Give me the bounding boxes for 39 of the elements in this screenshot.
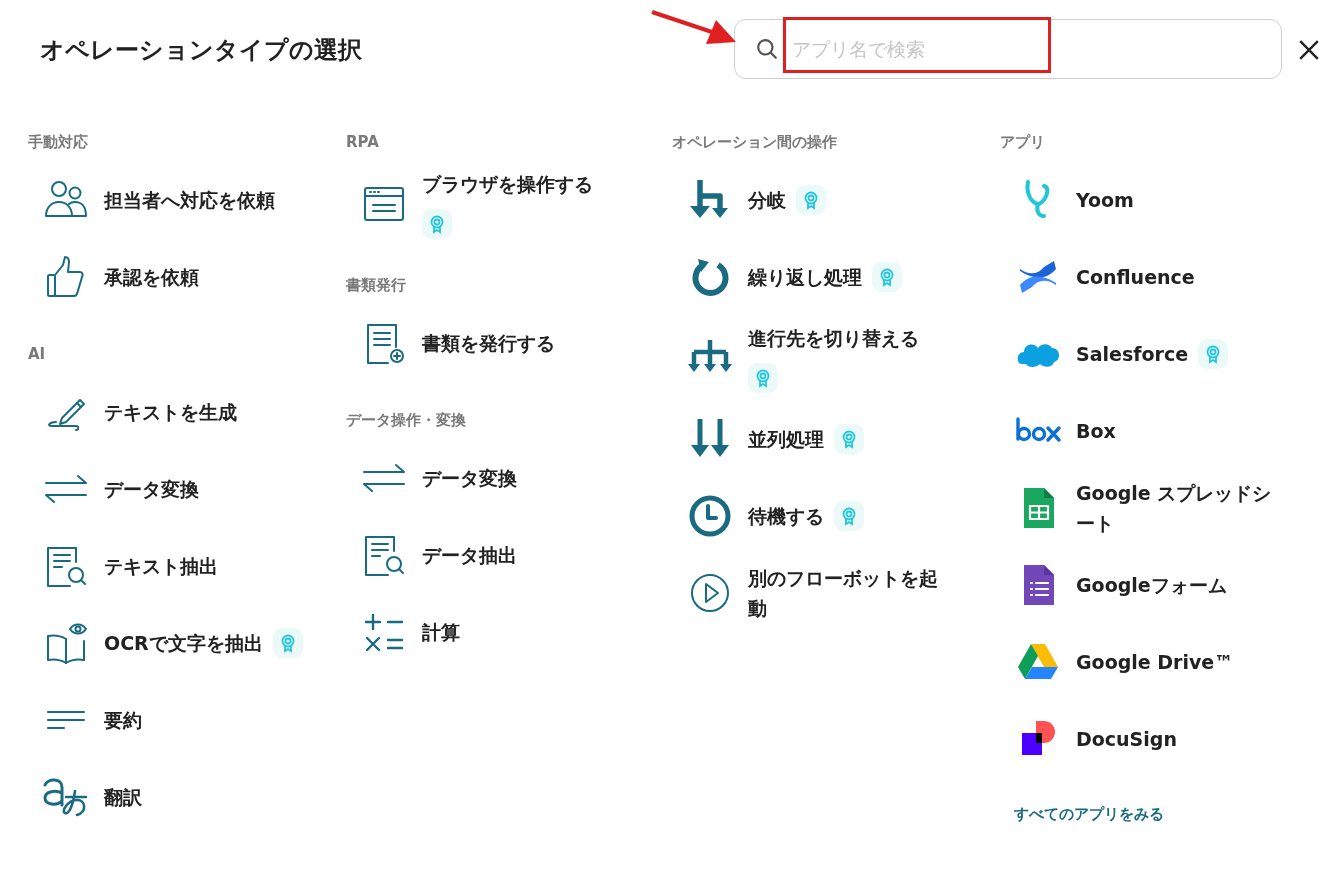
operation-option[interactable]: 要約 — [104, 705, 142, 735]
search-field[interactable]: アプリ名で検索 — [734, 19, 1282, 79]
section-heading: アプリ — [1000, 132, 1046, 153]
operation-option[interactable]: ブラウザを操作する — [422, 169, 593, 199]
section-heading: RPA — [346, 132, 380, 153]
section-heading: オペレーション間の操作 — [672, 132, 838, 153]
operation-option[interactable]: 分岐 — [748, 185, 786, 215]
operation-option[interactable]: OCRで文字を抽出 — [104, 628, 263, 658]
operation-option[interactable]: DocuSign — [1076, 724, 1177, 754]
operation-option[interactable]: データ変換 — [422, 463, 517, 493]
operation-option[interactable]: Box — [1076, 416, 1116, 446]
operation-option[interactable]: 書類を発行する — [422, 328, 555, 358]
operation-option[interactable]: 待機する — [748, 501, 824, 531]
operation-option[interactable]: Yoom — [1076, 185, 1134, 215]
operation-option[interactable]: テキスト抽出 — [104, 551, 218, 581]
dialog-title: オペレーションタイプの選択 — [40, 35, 363, 66]
close-icon[interactable] — [1298, 39, 1320, 61]
operation-option[interactable]: 翻訳 — [104, 782, 142, 812]
operation-option[interactable]: 計算 — [422, 617, 460, 647]
operation-option[interactable]: Confluence — [1076, 262, 1195, 292]
operation-option[interactable]: データ抽出 — [422, 540, 517, 570]
section-heading: 書類発行 — [346, 275, 407, 296]
operation-option[interactable]: Google Drive™ — [1076, 647, 1234, 677]
all-apps-link[interactable]: すべてのアプリをみる — [1014, 805, 1164, 824]
search-icon — [756, 38, 778, 60]
operation-option[interactable]: 並列処理 — [748, 424, 824, 454]
section-heading: データ操作・変換 — [346, 410, 467, 431]
operation-option[interactable]: 別のフローボットを起動 — [748, 563, 948, 623]
operation-option[interactable]: 担当者へ対応を依頼 — [104, 185, 275, 215]
operation-option[interactable]: Salesforce — [1076, 339, 1189, 369]
operation-option[interactable]: Googleフォーム — [1076, 570, 1227, 600]
section-heading: AI — [28, 344, 47, 365]
section-heading: 手動対応 — [28, 132, 89, 153]
operation-option[interactable]: 繰り返し処理 — [748, 262, 862, 292]
operation-option[interactable]: テキストを生成 — [104, 397, 237, 427]
operation-option[interactable]: 承認を依頼 — [104, 262, 199, 292]
operation-option[interactable]: データ変換 — [104, 474, 199, 504]
operation-option[interactable]: 進行先を切り替える — [748, 323, 919, 353]
operation-option[interactable]: Google スプレッドシート — [1076, 478, 1276, 538]
